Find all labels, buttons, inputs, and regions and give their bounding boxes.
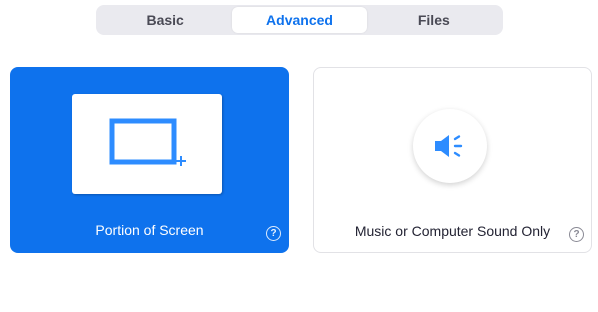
help-icon[interactable]: ? (266, 226, 281, 241)
computer-sound-icon-circle (413, 109, 487, 183)
tab-advanced[interactable]: Advanced (232, 7, 367, 33)
computer-sound-option[interactable]: Music or Computer Sound Only ? (313, 67, 592, 253)
portion-of-screen-thumbnail (72, 94, 222, 194)
portion-of-screen-option[interactable]: Portion of Screen ? (10, 67, 289, 253)
portion-of-screen-label: Portion of Screen (95, 222, 204, 238)
screen-region-icon (109, 118, 186, 166)
tab-basic[interactable]: Basic (98, 7, 232, 33)
speaker-icon (435, 135, 463, 157)
share-tab-bar: Basic Advanced Files (96, 5, 503, 35)
help-icon[interactable]: ? (569, 227, 584, 242)
tab-files[interactable]: Files (367, 7, 501, 33)
computer-sound-label: Music or Computer Sound Only (354, 223, 551, 239)
